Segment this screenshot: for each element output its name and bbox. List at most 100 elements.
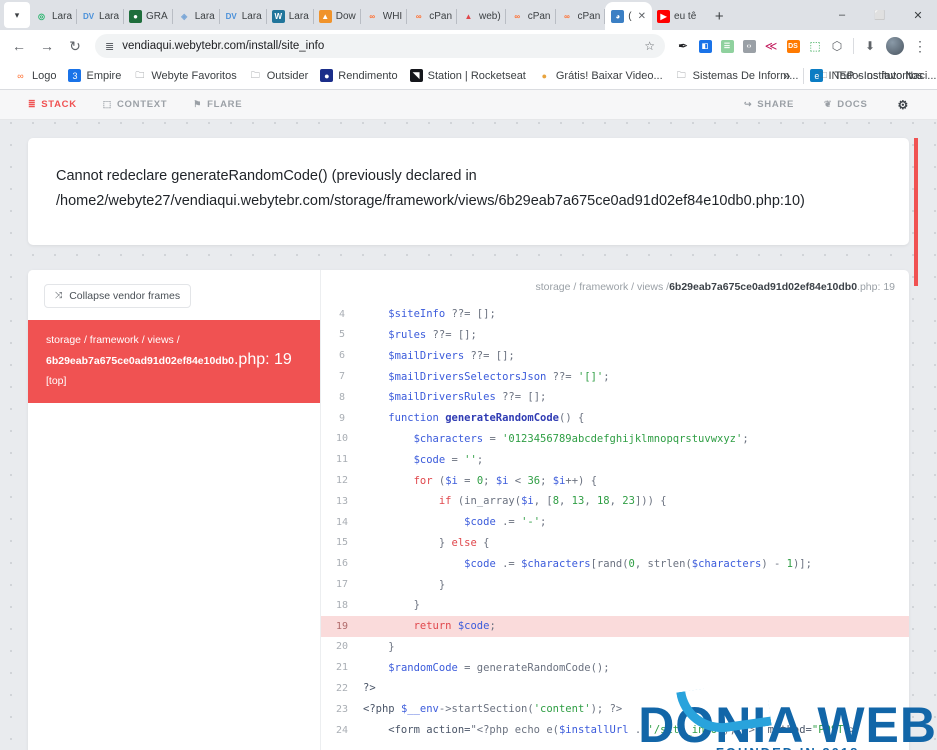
chevron-down-icon: ▾ <box>14 9 20 20</box>
code-extension-icon[interactable]: ‹› <box>738 33 760 59</box>
tab-title: Lara <box>288 11 309 22</box>
shield-icon: ◈ <box>181 12 188 21</box>
url-text: vendiaqui.webytebr.com/install/site_info <box>122 40 325 52</box>
new-tab-button[interactable]: + <box>707 4 731 28</box>
browser-tab[interactable]: ∞ cPan <box>556 3 606 30</box>
avatar[interactable] <box>886 37 904 55</box>
tab-title: Lara <box>52 11 73 22</box>
maximize-button[interactable]: ⬜ <box>861 0 899 30</box>
bookmark-item[interactable]: 🗀 Outsider <box>243 66 315 85</box>
browser-tab[interactable]: ▶ eu tê <box>652 3 701 30</box>
code-line-text: $mailDrivers ??= []; <box>388 349 515 362</box>
collapse-vendor-frames-button[interactable]: ⤨ Collapse vendor frames <box>44 283 192 308</box>
code-line-text: } <box>363 599 420 612</box>
bank-icon: ● <box>320 69 334 82</box>
browser-tab[interactable]: DV Lara <box>77 3 125 30</box>
bookmark-item[interactable]: ● Grátis! Baixar Video... <box>532 66 669 85</box>
pen-extension-icon[interactable]: ✒ <box>672 33 694 59</box>
settings-button[interactable]: ⚙ <box>898 98 909 112</box>
close-icon[interactable]: ✕ <box>638 11 646 22</box>
cpanel-icon: ∞ <box>415 12 422 21</box>
chevrons-extension-icon[interactable]: ≪ <box>760 33 782 59</box>
globe-icon: ◕ <box>611 9 625 23</box>
bookmarks-bar: ∞ Logo 3 Empire 🗀 Webyte Favoritos 🗀 Outsider ● R… <box>0 62 937 90</box>
bookmark-item[interactable]: ◥ Station | Rocketseat <box>404 66 532 85</box>
ignition-nav-label: DOCS <box>837 99 868 110</box>
bookmark-label: Rendimento <box>338 69 398 82</box>
wordpress-icon: W <box>271 10 285 23</box>
bookmark-item[interactable]: 🗀 Webyte Favoritos <box>127 66 242 85</box>
code-viewer[interactable]: 4 $siteInfo ??= []; 5 $rules ??= []; 6 $ma… <box>321 304 909 750</box>
code-line: 19 return $code; <box>321 615 909 637</box>
bookmark-item[interactable]: ∞ Logo <box>8 66 62 85</box>
bookmarks-overflow-button[interactable]: » <box>776 68 797 83</box>
bookmarks-divider <box>803 67 805 84</box>
tab-search-button[interactable]: ▾ <box>4 2 30 28</box>
browser-tab[interactable]: ● GRÁ <box>124 3 173 30</box>
browser-tab[interactable]: W Lara <box>267 3 314 30</box>
code-line-text: <form action="<?php echo e($installUrl .… <box>363 724 857 737</box>
code-line-text: <?php $__env->startSection('content'); ?… <box>363 703 623 716</box>
minimize-button[interactable]: – <box>823 0 861 30</box>
stack-frame-item[interactable]: storage / framework / views / 6b29eab7a6… <box>28 319 320 404</box>
browser-tab[interactable]: ∞ WHI <box>361 3 408 30</box>
ignition-nav-share[interactable]: ↪ SHARE <box>744 99 794 110</box>
error-page: ≣ STACK ⬚ CONTEXT ⚑ FLARE ↪ SHARE ❦ DOCS ⚙ Canno… <box>0 90 937 750</box>
browser-toolbar: ← → ↻ ≣ vendiaqui.webytebr.com/install/s… <box>0 30 937 62</box>
code-line: 18 } <box>321 595 909 616</box>
browser-tab[interactable]: ▲ Dow <box>314 3 361 30</box>
folder-icon: 🗀 <box>250 69 260 80</box>
sidebar-extension-icon[interactable]: ◧ <box>694 33 716 59</box>
kebab-menu-icon[interactable]: ⋮ <box>909 33 931 59</box>
bookmark-item[interactable]: 3 Empire <box>62 66 127 85</box>
notes-extension-icon[interactable]: ☰ <box>716 33 738 59</box>
browser-tab[interactable]: DV Lara <box>220 3 267 30</box>
code-line: 22 ?> <box>321 678 909 699</box>
bookmark-item[interactable]: ● Rendimento <box>314 66 403 85</box>
tab-title: Lara <box>99 11 120 22</box>
ignition-nav-docs[interactable]: ❦ DOCS <box>824 99 868 110</box>
code-line-text: $code .= '-'; <box>464 516 547 529</box>
puzzle-extension-icon[interactable]: ⬡ <box>826 33 848 59</box>
stack-icon: ≣ <box>28 99 37 109</box>
code-line-number: 13 <box>335 495 349 507</box>
ds-extension-icon[interactable]: DS <box>782 33 804 59</box>
browser-tab[interactable]: ◈ Lara <box>173 3 220 30</box>
code-line-number: 20 <box>335 641 349 653</box>
selection-extension-icon[interactable]: ⬚ <box>804 33 826 59</box>
browser-tab[interactable]: ∞ cPan <box>407 3 458 30</box>
ignition-nav-context[interactable]: ⬚ CONTEXT <box>103 99 168 110</box>
browser-tab[interactable]: ◎ Lara <box>30 3 78 30</box>
empire-icon: 3 <box>68 69 82 82</box>
bookmark-star-icon[interactable]: ☆ <box>644 39 655 53</box>
code-line-text: $mailDriversRules ??= []; <box>388 391 547 404</box>
site-settings-icon[interactable]: ≣ <box>105 40 114 53</box>
cpanel-icon: ∞ <box>369 12 376 21</box>
error-accent-bar <box>914 138 918 286</box>
browser-tab[interactable]: ◕( ✕ <box>605 2 653 30</box>
address-bar[interactable]: ≣ vendiaqui.webytebr.com/install/site_in… <box>95 34 665 58</box>
cpanel-icon: ∞ <box>514 12 521 21</box>
forward-button[interactable]: → <box>34 33 60 59</box>
close-button[interactable]: ✕ <box>899 0 937 30</box>
download-icon[interactable]: ⬇ <box>859 33 881 59</box>
ignition-nav-label: STACK <box>41 99 77 110</box>
bookmark-label: Logo <box>32 69 57 82</box>
tab-title: Dow <box>335 11 356 22</box>
code-path: storage / framework / views / <box>535 280 670 293</box>
code-file-breadcrumb: storage / framework / views / 6b29eab7a6… <box>321 270 909 304</box>
tab-title: ( <box>628 10 632 22</box>
ignition-nav-label: SHARE <box>757 99 795 110</box>
code-line: 17 } <box>321 574 909 595</box>
reload-button[interactable]: ↻ <box>62 33 88 59</box>
docs-icon: ❦ <box>824 99 833 109</box>
ignition-nav-flare[interactable]: ⚑ FLARE <box>193 99 242 110</box>
back-button[interactable]: ← <box>6 33 32 59</box>
ignition-nav-stack[interactable]: ≣ STACK <box>28 99 77 110</box>
browser-tab[interactable]: ▲ web) <box>457 3 506 30</box>
cpanel-icon: ∞ <box>17 70 24 81</box>
code-line-number: 15 <box>335 537 349 549</box>
browser-tab[interactable]: ∞ cPan <box>506 3 556 30</box>
all-bookmarks-button[interactable]: 🗀 Todos os favoritos <box>810 66 929 85</box>
bookmark-label: Outsider <box>266 69 309 82</box>
